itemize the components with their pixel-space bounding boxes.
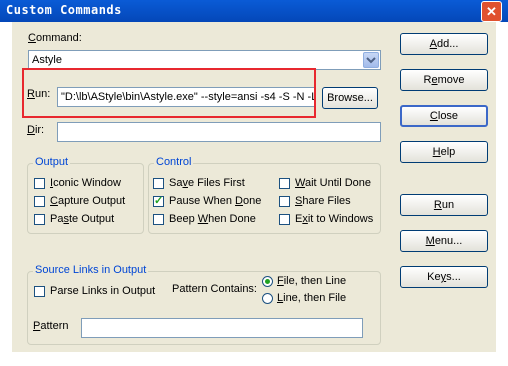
run-button[interactable]: Run <box>400 194 488 216</box>
capture-output-label: Capture Output <box>50 195 126 207</box>
parse-links-label: Parse Links in Output <box>50 285 156 297</box>
source-links-group-title: Source Links in Output <box>33 264 149 276</box>
chevron-down-icon <box>366 57 376 64</box>
dropdown-button[interactable] <box>363 52 379 68</box>
iconic-window-checkbox[interactable] <box>34 178 45 189</box>
highlight-box <box>22 68 316 118</box>
command-select[interactable]: Astyle <box>28 50 381 70</box>
wait-until-done-checkbox[interactable] <box>279 178 290 189</box>
pause-when-done-label: Pause When Done <box>169 195 262 207</box>
beep-when-done-label: Beep When Done <box>169 213 256 225</box>
menu-button[interactable]: Menu... <box>400 230 488 252</box>
beep-when-done-checkbox[interactable] <box>153 214 164 225</box>
pause-when-done-checkbox[interactable] <box>153 194 164 207</box>
browse-button[interactable]: Browse... <box>322 87 378 109</box>
paste-output-label: Paste Output <box>50 213 115 225</box>
save-files-first-label: Save Files First <box>169 177 245 189</box>
pattern-contains-label: Pattern Contains: <box>172 283 257 295</box>
wait-until-done-label: Wait Until Done <box>295 177 372 189</box>
keys-button[interactable]: Keys... <box>400 266 488 288</box>
iconic-window-label: Iconic Window <box>50 177 121 189</box>
share-files-label: Share Files <box>295 195 351 207</box>
dir-input[interactable] <box>57 122 381 142</box>
file-then-line-label: File, then Line <box>277 275 347 287</box>
line-then-file-radio[interactable] <box>262 293 273 304</box>
window-title: Custom Commands <box>6 3 122 17</box>
remove-button[interactable]: Remove <box>400 69 488 91</box>
help-button[interactable]: Help <box>400 141 488 163</box>
line-then-file-label: Line, then File <box>277 292 347 304</box>
capture-output-checkbox[interactable] <box>34 196 45 207</box>
dir-label: Dir: <box>27 124 45 136</box>
close-window-button[interactable]: ✕ <box>481 1 502 22</box>
command-label: Command: <box>28 32 82 44</box>
paste-output-checkbox[interactable] <box>34 214 45 225</box>
share-files-checkbox[interactable] <box>279 196 290 207</box>
control-group-title: Control <box>154 156 194 168</box>
exit-to-windows-checkbox[interactable] <box>279 214 290 225</box>
add-button[interactable]: Add... <box>400 33 488 55</box>
pattern-input[interactable] <box>81 318 363 338</box>
exit-to-windows-label: Exit to Windows <box>295 213 374 225</box>
pattern-label: Pattern <box>33 320 69 332</box>
file-then-line-radio[interactable] <box>262 276 273 287</box>
save-files-first-checkbox[interactable] <box>153 178 164 189</box>
parse-links-checkbox[interactable] <box>34 286 45 297</box>
command-value: Astyle <box>32 54 62 66</box>
close-button[interactable]: Close <box>400 105 488 127</box>
output-group-title: Output <box>33 156 71 168</box>
